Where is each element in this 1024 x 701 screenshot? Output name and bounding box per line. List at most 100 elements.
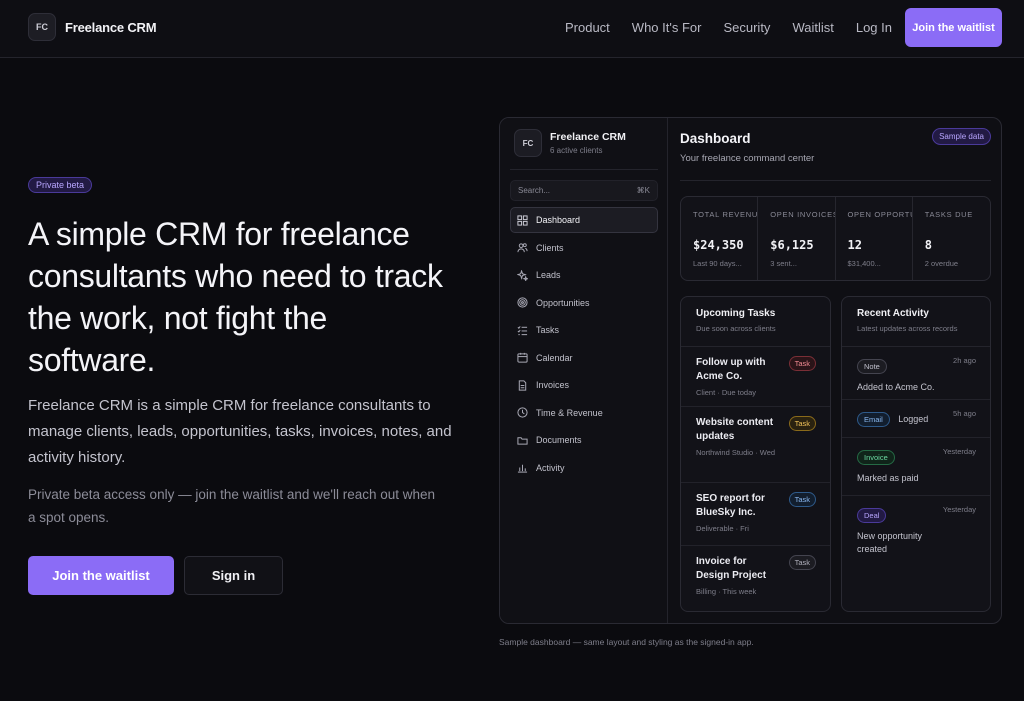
activity-tag: Invoice: [857, 450, 895, 465]
card-subtitle: Due soon across clients: [696, 324, 776, 333]
sidebar-item-label: Opportunities: [536, 297, 590, 308]
task-tag: Task: [788, 492, 816, 507]
sidebar-item-opportunities[interactable]: Opportunities: [510, 290, 658, 316]
card-header: Upcoming Tasks Due soon across clients: [681, 297, 830, 347]
sidebar-item-label: Time & Revenue: [536, 407, 603, 418]
activity-row[interactable]: Invoice Yesterday Marked as paid: [842, 438, 990, 496]
stat-open-invoices: OPEN INVOICES $6,125 3 sent...: [758, 197, 836, 280]
sidebar-item-activity[interactable]: Activity: [510, 455, 658, 481]
checklist-icon: [517, 325, 528, 336]
hero-note: Private beta access only — join the wait…: [28, 487, 436, 525]
stat-sub: 3 sent...: [770, 259, 797, 268]
target-icon: [517, 297, 528, 308]
sidebar-subtitle: 6 active clients: [550, 146, 603, 155]
private-beta-badge: Private beta: [28, 177, 93, 193]
nav-join-waitlist-button[interactable]: Join the waitlist: [905, 8, 1002, 47]
sidebar-item-label: Dashboard: [536, 215, 581, 225]
calendar-icon: [517, 352, 528, 363]
stat-total-revenue: TOTAL REVENUE $24,350 Last 90 days...: [681, 197, 759, 280]
sidebar-item-label: Activity: [536, 462, 565, 473]
activity-time: 2h ago: [953, 356, 976, 365]
stat-label: TOTAL REVENUE: [693, 210, 759, 219]
brand[interactable]: FC Freelance CRM: [28, 13, 157, 41]
card-title: Recent Activity: [857, 308, 929, 319]
task-tag: Task: [788, 416, 816, 431]
recent-activity-card: Recent Activity Latest updates across re…: [841, 296, 991, 612]
nav-link-product[interactable]: Product: [565, 20, 610, 35]
dashboard-title: Dashboard: [680, 131, 751, 146]
main-divider: [680, 180, 991, 181]
task-row[interactable]: Follow up with Acme Co. Client · Due tod…: [681, 347, 830, 407]
upcoming-tasks-card: Upcoming Tasks Due soon across clients F…: [680, 296, 831, 612]
sidebar-item-label: Documents: [536, 435, 582, 445]
activity-row[interactable]: Deal Yesterday New opportunity created: [842, 496, 990, 566]
card-title: Upcoming Tasks: [696, 308, 776, 319]
hero-title: A simple CRM for freelance consultants w…: [28, 216, 443, 378]
sidebar-item-time-revenue[interactable]: Time & Revenue: [510, 400, 658, 426]
task-meta: Billing · This week: [696, 587, 757, 596]
stat-value: $6,125: [770, 238, 814, 252]
dashboard-preview: FC Freelance CRM 6 active clients Search…: [499, 117, 1002, 624]
task-tag: Task: [788, 555, 816, 570]
search-placeholder: Search...: [518, 186, 551, 195]
task-row[interactable]: Invoice for Design Project Billing · Thi…: [681, 546, 830, 610]
clock-icon: [517, 407, 528, 418]
activity-tag: Deal: [857, 508, 887, 523]
sidebar-item-calendar[interactable]: Calendar: [510, 345, 658, 371]
task-row[interactable]: Website content updates Northwind Studio…: [681, 407, 830, 483]
search-shortcut: ⌘K: [636, 186, 650, 195]
stats-row: TOTAL REVENUE $24,350 Last 90 days... OP…: [680, 196, 991, 281]
card-subtitle: Latest updates across records: [857, 324, 958, 333]
sample-data-badge: Sample data: [932, 128, 991, 145]
sparkle-icon: [517, 269, 528, 281]
sidebar-item-dashboard[interactable]: Dashboard: [510, 207, 658, 233]
dashboard-subtitle: Your freelance command center: [680, 153, 815, 164]
sidebar-search-input[interactable]: Search... ⌘K: [510, 180, 658, 201]
nav-link-login[interactable]: Log In: [856, 20, 892, 35]
preview-main: Dashboard Your freelance command center …: [669, 118, 1001, 623]
sign-in-button[interactable]: Sign in: [184, 556, 283, 595]
task-tag: Task: [788, 356, 816, 371]
dashboard-icon: [517, 214, 528, 226]
folder-icon: [517, 435, 528, 446]
sidebar-title: Freelance CRM: [550, 131, 626, 143]
nav-link-security[interactable]: Security: [723, 20, 770, 35]
sidebar-item-tasks[interactable]: Tasks: [510, 317, 658, 343]
brand-name: Freelance CRM: [65, 19, 157, 35]
activity-time: 5h ago: [953, 409, 976, 418]
stat-label: TASKS DUE: [924, 210, 974, 219]
stat-sub: $31,400...: [847, 259, 881, 268]
sidebar-item-clients[interactable]: Clients: [510, 235, 658, 261]
bar-chart-icon: [517, 462, 528, 473]
nav-link-waitlist[interactable]: Waitlist: [792, 20, 833, 35]
stat-tasks-due: TASKS DUE 8 2 overdue: [913, 197, 990, 280]
nav-link-who-its-for[interactable]: Who It's For: [632, 20, 702, 35]
activity-row[interactable]: Note 2h ago Added to Acme Co.: [842, 347, 990, 400]
sidebar-item-invoices[interactable]: Invoices: [510, 372, 658, 398]
task-meta: Northwind Studio · Wed: [696, 448, 776, 457]
task-title: Invoice for Design Project: [696, 556, 767, 581]
stat-value: 8: [924, 238, 932, 252]
stat-label: OPEN OPPORTUNITIES: [847, 210, 912, 219]
card-header: Recent Activity Latest updates across re…: [842, 297, 990, 347]
sidebar-header: FC Freelance CRM 6 active clients: [514, 129, 626, 157]
sidebar-item-leads[interactable]: Leads: [510, 262, 658, 288]
stat-open-opportunities: OPEN OPPORTUNITIES 12 $31,400...: [836, 197, 913, 280]
activity-text: Logged: [898, 414, 929, 424]
task-title: Website content updates: [696, 417, 774, 442]
hero-description: Freelance CRM is a simple CRM for freela…: [28, 397, 452, 466]
top-nav: FC Freelance CRM Product Who It's For Se…: [0, 0, 1024, 58]
nav-links: Product Who It's For Security Waitlist L…: [543, 20, 892, 35]
activity-tag: Email: [857, 412, 890, 427]
sidebar-item-label: Tasks: [536, 325, 560, 335]
activity-text: Added to Acme Co.: [857, 382, 935, 392]
preview-caption: Sample dashboard — same layout and styli…: [499, 637, 754, 647]
activity-row[interactable]: Email Logged 5h ago: [842, 400, 990, 438]
stat-value: 12: [847, 238, 862, 252]
task-row[interactable]: SEO report for BlueSky Inc. Deliverable …: [681, 483, 830, 546]
document-icon: [517, 379, 528, 391]
join-waitlist-button[interactable]: Join the waitlist: [28, 556, 174, 595]
sidebar-item-documents[interactable]: Documents: [510, 427, 658, 453]
task-meta: Client · Due today: [696, 388, 757, 397]
task-meta: Deliverable · Fri: [696, 524, 749, 533]
